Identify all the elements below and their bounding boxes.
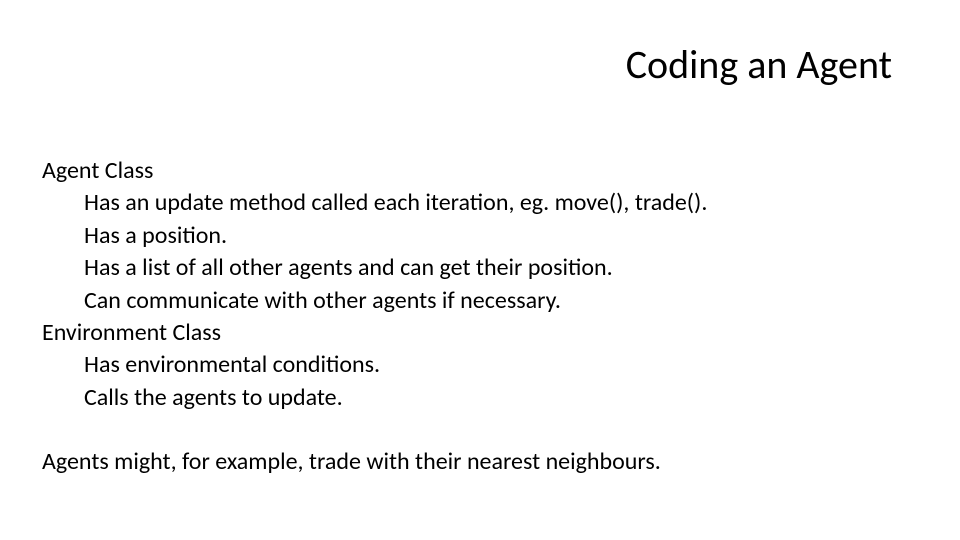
agent-class-item: Has a list of all other agents and can g… xyxy=(42,252,910,284)
slide-body: Agent Class Has an update method called … xyxy=(42,155,910,479)
environment-class-heading: Environment Class xyxy=(42,317,910,349)
environment-class-item: Calls the agents to update. xyxy=(42,382,910,414)
agent-class-item: Has an update method called each iterati… xyxy=(42,187,910,219)
footer-text: Agents might, for example, trade with th… xyxy=(42,446,910,478)
slide: Coding an Agent Agent Class Has an updat… xyxy=(0,0,960,540)
environment-class-item: Has environmental conditions. xyxy=(42,349,910,381)
spacer xyxy=(42,414,910,446)
agent-class-item: Can communicate with other agents if nec… xyxy=(42,285,910,317)
slide-title: Coding an Agent xyxy=(626,40,892,89)
agent-class-item: Has a position. xyxy=(42,220,910,252)
agent-class-heading: Agent Class xyxy=(42,155,910,187)
